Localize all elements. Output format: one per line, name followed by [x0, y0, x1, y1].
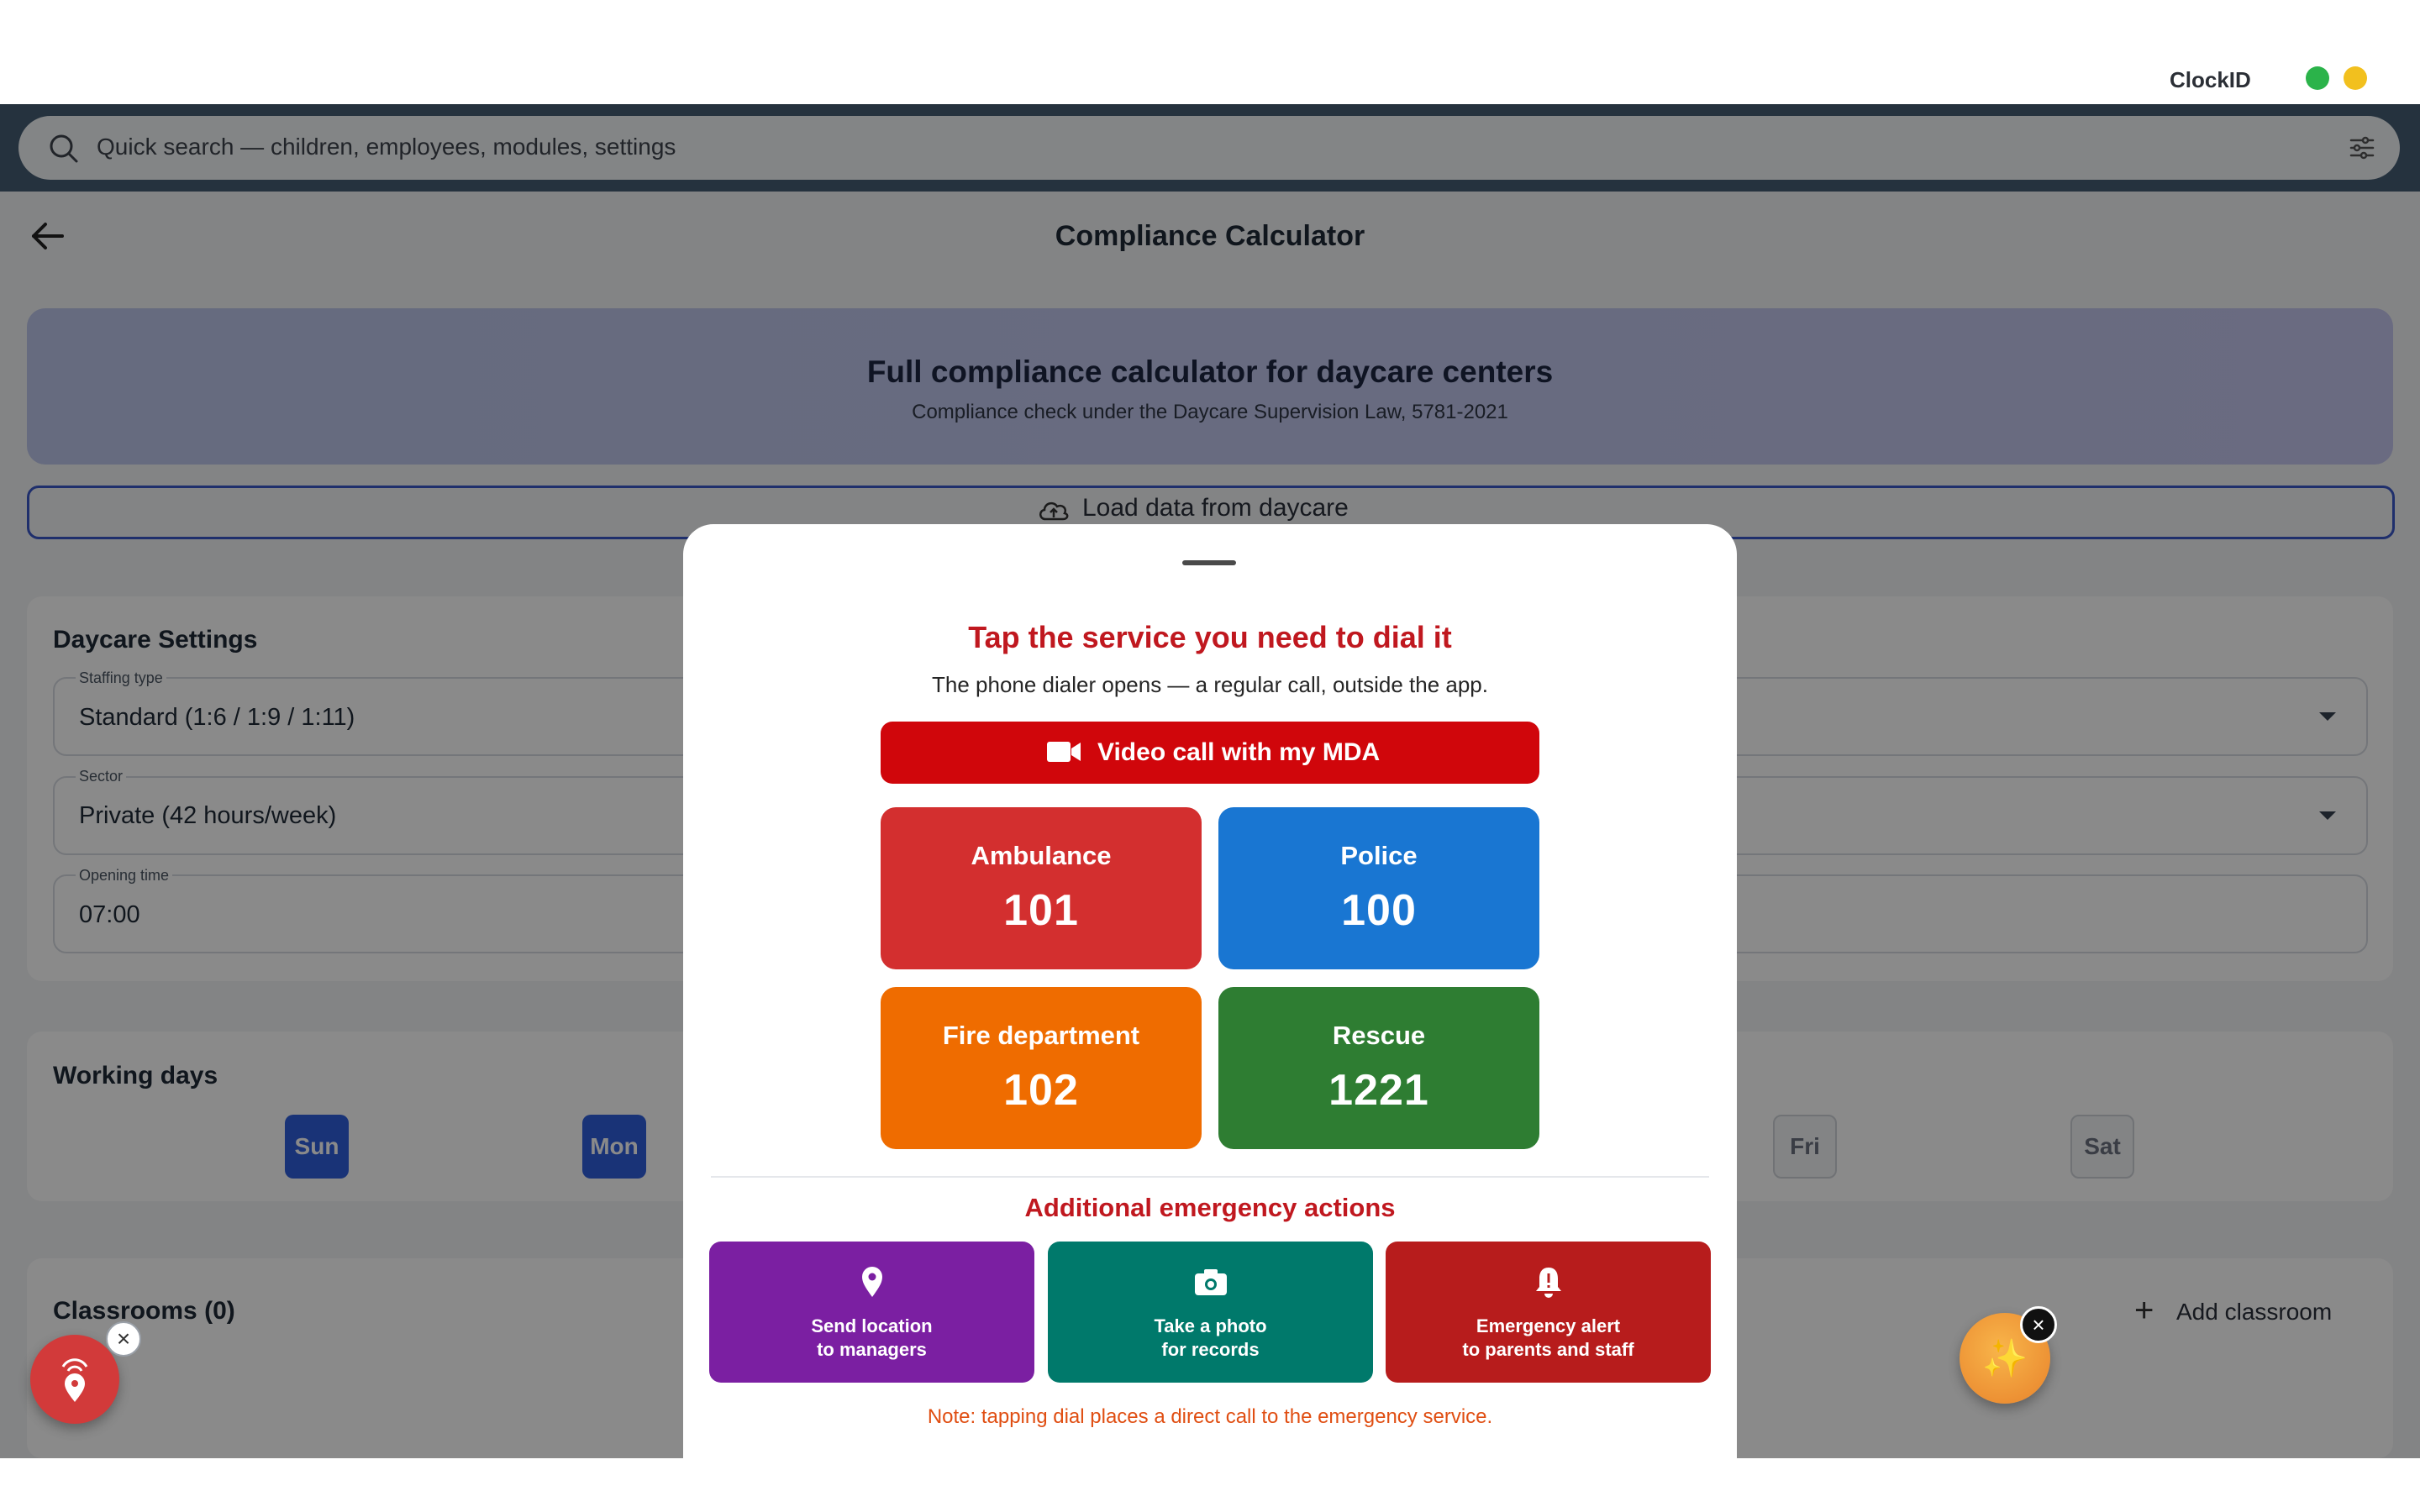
emergency-title: Tap the service you need to dial it: [968, 620, 1452, 654]
service-name: Police: [1340, 841, 1418, 870]
sheet-handle[interactable]: [1182, 560, 1236, 565]
bell-alert-icon: [1535, 1268, 1561, 1298]
police-button[interactable]: Police 100: [1218, 807, 1539, 969]
action-label-line2: for records: [1161, 1339, 1260, 1360]
camera-icon: [1194, 1269, 1227, 1295]
service-name: Ambulance: [971, 841, 1112, 870]
action-label-line2: to managers: [817, 1339, 927, 1360]
take-photo-button[interactable]: Take a photo for records: [1048, 1242, 1373, 1383]
ambulance-button[interactable]: Ambulance 101: [881, 807, 1202, 969]
close-icon[interactable]: ×: [2020, 1306, 2057, 1343]
rescue-button[interactable]: Rescue 1221: [1218, 987, 1539, 1149]
emergency-subtitle: The phone dialer opens — a regular call,…: [932, 672, 1488, 697]
action-label-line1: Send location: [811, 1315, 933, 1336]
close-icon[interactable]: ×: [106, 1321, 141, 1357]
service-name: Fire department: [942, 1021, 1140, 1050]
location-signal-icon: [61, 1358, 88, 1402]
location-pin-icon: [861, 1267, 882, 1297]
service-number: 101: [1003, 886, 1079, 935]
service-number: 102: [1003, 1066, 1079, 1115]
status-dot-green: [2306, 66, 2329, 90]
additional-actions-title: Additional emergency actions: [1024, 1193, 1396, 1222]
send-location-button[interactable]: Send location to managers: [709, 1242, 1034, 1383]
service-name: Rescue: [1332, 1021, 1426, 1050]
action-label-line2: to parents and staff: [1462, 1339, 1634, 1360]
emergency-alert-button[interactable]: Emergency alert to parents and staff: [1386, 1242, 1711, 1383]
app-name: ClockID: [2170, 67, 2251, 92]
video-call-label: Video call with my MDA: [1097, 738, 1381, 766]
service-number: 100: [1341, 886, 1417, 935]
action-label-line1: Take a photo: [1154, 1315, 1267, 1336]
fire-department-button[interactable]: Fire department 102: [881, 987, 1202, 1149]
action-label-line1: Emergency alert: [1476, 1315, 1621, 1336]
divider: [711, 1176, 1709, 1178]
status-dot-yellow: [2344, 66, 2367, 90]
dial-note: Note: tapping dial places a direct call …: [927, 1405, 1493, 1428]
video-camera-icon: [1047, 742, 1081, 762]
service-number: 1221: [1328, 1066, 1429, 1115]
